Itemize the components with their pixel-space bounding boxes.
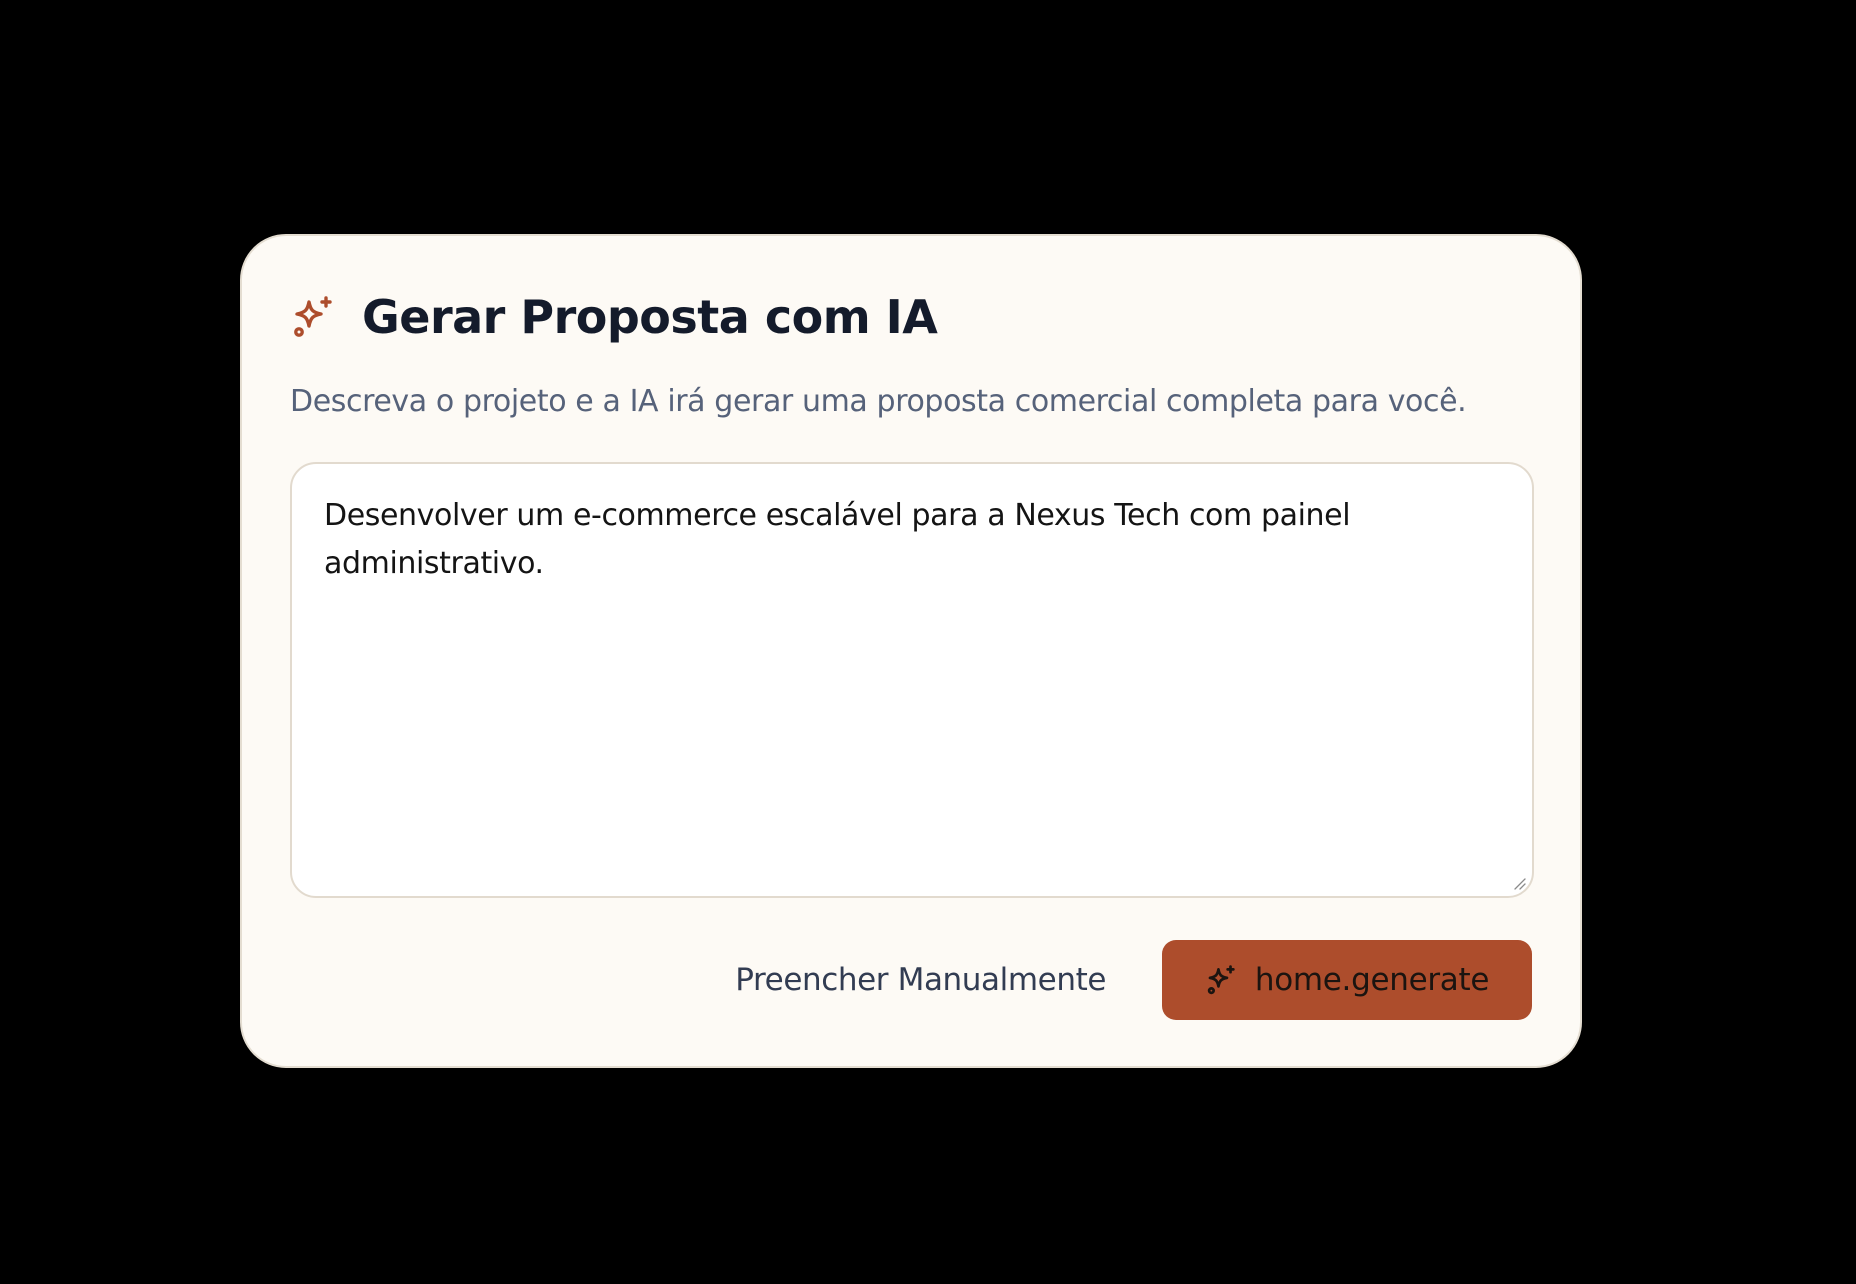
sparkles-icon	[1205, 963, 1239, 997]
dialog-title: Gerar Proposta com IA	[362, 290, 938, 344]
resize-handle-icon[interactable]	[1510, 874, 1526, 890]
project-description-textarea[interactable]: Desenvolver um e-commerce escalável para…	[290, 462, 1534, 898]
sparkles-icon	[290, 293, 338, 341]
dialog-subtitle: Descreva o projeto e a IA irá gerar uma …	[290, 384, 1467, 419]
generate-button[interactable]: home.generate	[1162, 940, 1532, 1020]
dialog-header: Gerar Proposta com IA	[290, 290, 938, 344]
dialog-actions: Preencher Manualmente home.generate	[735, 940, 1532, 1020]
generate-button-label: home.generate	[1254, 962, 1490, 998]
project-description-value[interactable]: Desenvolver um e-commerce escalável para…	[292, 464, 1532, 896]
fill-manually-button[interactable]: Preencher Manualmente	[735, 962, 1106, 998]
ai-proposal-dialog: Gerar Proposta com IA Descreva o projeto…	[240, 234, 1582, 1068]
